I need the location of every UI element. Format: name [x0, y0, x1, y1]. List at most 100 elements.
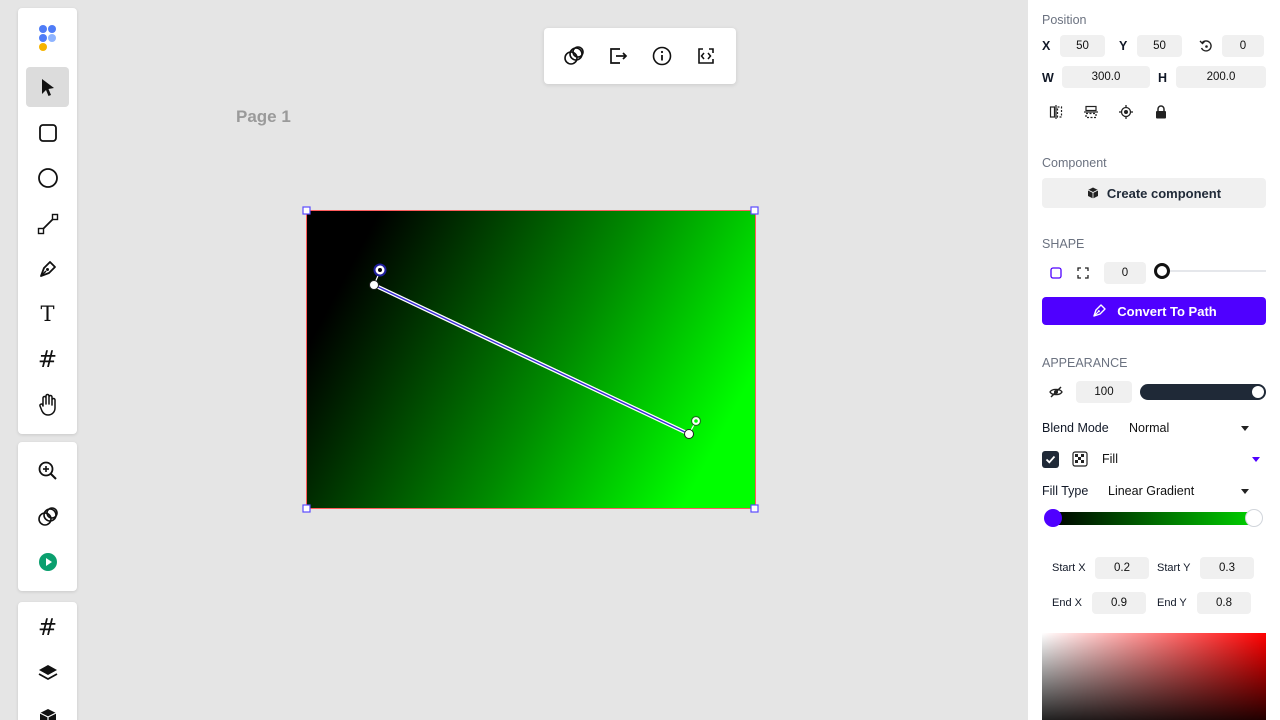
- end-x-input[interactable]: 0.9: [1092, 592, 1146, 614]
- resize-handle-top-left[interactable]: [302, 206, 311, 215]
- pen-icon: [39, 261, 56, 277]
- height-input[interactable]: 200.0: [1176, 66, 1266, 88]
- line-tool[interactable]: [26, 204, 69, 244]
- export-button[interactable]: [600, 38, 636, 74]
- play-tool[interactable]: [26, 542, 69, 582]
- component-icon: [1087, 187, 1099, 199]
- hand-icon: [38, 393, 56, 416]
- fill-checkbox[interactable]: [1042, 451, 1059, 468]
- layers-icon: [38, 665, 57, 681]
- logo-icon: [26, 18, 69, 58]
- shape-section-title: SHAPE: [1042, 237, 1085, 251]
- main-toolbar: T #: [18, 8, 77, 434]
- radius-uniform-icon: [1050, 267, 1062, 279]
- frame-tool[interactable]: #: [26, 340, 69, 380]
- text-tool[interactable]: T: [26, 294, 69, 334]
- w-label: W: [1042, 71, 1054, 85]
- gradient-start-color-dot: [378, 268, 382, 272]
- info-button[interactable]: [644, 38, 680, 74]
- floating-toolbar: [544, 28, 736, 84]
- radius-independent-icon: [1077, 267, 1089, 279]
- boolean-button[interactable]: [556, 38, 592, 74]
- independent-radius-button[interactable]: [1072, 262, 1094, 284]
- frames-panel-button[interactable]: #: [26, 608, 69, 648]
- y-input[interactable]: 50: [1137, 35, 1182, 57]
- resize-handle-bottom-left[interactable]: [302, 504, 311, 513]
- eye-off-icon: [1049, 386, 1063, 398]
- rectangle-icon: [38, 124, 57, 142]
- convert-to-path-button[interactable]: Convert To Path: [1042, 297, 1266, 325]
- opacity-input[interactable]: 100: [1076, 381, 1132, 403]
- start-x-input[interactable]: 0.2: [1095, 557, 1149, 579]
- create-component-button[interactable]: Create component: [1042, 178, 1266, 208]
- fill-label: Fill: [1102, 452, 1118, 466]
- pen-tool[interactable]: [26, 249, 69, 289]
- radius-input[interactable]: 0: [1104, 262, 1146, 284]
- pen-icon: [1093, 304, 1106, 317]
- checkerboard-icon: [1072, 451, 1088, 467]
- x-input[interactable]: 50: [1060, 35, 1105, 57]
- blend-mode-dropdown[interactable]: Normal: [1129, 421, 1249, 435]
- gradient-start-stop[interactable]: [1044, 509, 1062, 527]
- gradient-start-handle[interactable]: [369, 280, 379, 290]
- resize-handle-top-right[interactable]: [750, 206, 759, 215]
- lock-icon: [1156, 105, 1166, 119]
- zoom-tool[interactable]: [26, 451, 69, 491]
- appearance-section-title: APPEARANCE: [1042, 356, 1128, 370]
- layers-panel-button[interactable]: [26, 653, 69, 693]
- start-y-label: Start Y: [1157, 562, 1191, 574]
- opacity-slider-knob[interactable]: [1252, 386, 1264, 398]
- blend-mode-label: Blend Mode: [1042, 421, 1109, 435]
- convert-to-path-label: Convert To Path: [1117, 303, 1217, 319]
- rectangle-tool[interactable]: [26, 113, 69, 153]
- visibility-toggle[interactable]: [1045, 381, 1067, 403]
- ellipse-icon: [37, 168, 58, 188]
- flip-horizontal-button[interactable]: [1045, 101, 1067, 123]
- component-section-title: Component: [1042, 156, 1107, 170]
- boolean-icon: [37, 507, 58, 526]
- create-component-label: Create component: [1106, 185, 1222, 201]
- flip-vertical-icon: [1084, 105, 1098, 119]
- fill-type-value: Linear Gradient: [1108, 484, 1195, 498]
- gradient-end-color-dot: [694, 419, 698, 423]
- radius-slider-track[interactable]: [1162, 270, 1266, 272]
- gradient-preview-bar[interactable]: [1050, 512, 1254, 525]
- select-tool[interactable]: [26, 67, 69, 107]
- opacity-slider[interactable]: [1140, 384, 1266, 400]
- play-icon: [38, 553, 57, 571]
- boolean-icon: [564, 46, 584, 65]
- width-input[interactable]: 300.0: [1062, 66, 1150, 88]
- fill-type-label: Fill Type: [1042, 484, 1089, 498]
- blend-mode-value: Normal: [1129, 421, 1170, 435]
- flip-vertical-button[interactable]: [1080, 101, 1102, 123]
- components-panel-button[interactable]: [26, 697, 69, 720]
- boolean-tool[interactable]: [26, 497, 69, 537]
- gradient-end-handle[interactable]: [684, 429, 694, 439]
- utility-toolbar: [18, 442, 77, 591]
- center-button[interactable]: [1115, 101, 1137, 123]
- hand-tool[interactable]: [26, 385, 69, 425]
- chevron-down-icon: [1241, 488, 1249, 494]
- export-icon: [610, 48, 628, 64]
- color-picker-area[interactable]: [1042, 633, 1266, 720]
- frame-icon: #: [37, 615, 58, 641]
- position-section-title: Position: [1042, 13, 1087, 27]
- code-button[interactable]: [688, 38, 724, 74]
- end-y-input[interactable]: 0.8: [1197, 592, 1251, 614]
- radius-slider-knob[interactable]: [1154, 263, 1170, 279]
- page-label[interactable]: Page 1: [236, 107, 291, 127]
- fill-type-dropdown[interactable]: Linear Gradient: [1108, 484, 1249, 498]
- fill-pattern-button[interactable]: [1069, 448, 1091, 470]
- lock-button[interactable]: [1150, 101, 1172, 123]
- y-label: Y: [1119, 39, 1128, 53]
- rotation-input[interactable]: 0: [1222, 35, 1264, 57]
- panels-toolbar: #: [18, 602, 77, 720]
- uniform-radius-button[interactable]: [1045, 262, 1067, 284]
- flip-horizontal-icon: [1049, 105, 1063, 119]
- gradient-end-stop[interactable]: [1245, 509, 1263, 527]
- fill-dropdown[interactable]: Fill: [1102, 452, 1260, 466]
- start-x-label: Start X: [1052, 562, 1086, 574]
- ellipse-tool[interactable]: [26, 158, 69, 198]
- resize-handle-bottom-right[interactable]: [750, 504, 759, 513]
- start-y-input[interactable]: 0.3: [1200, 557, 1254, 579]
